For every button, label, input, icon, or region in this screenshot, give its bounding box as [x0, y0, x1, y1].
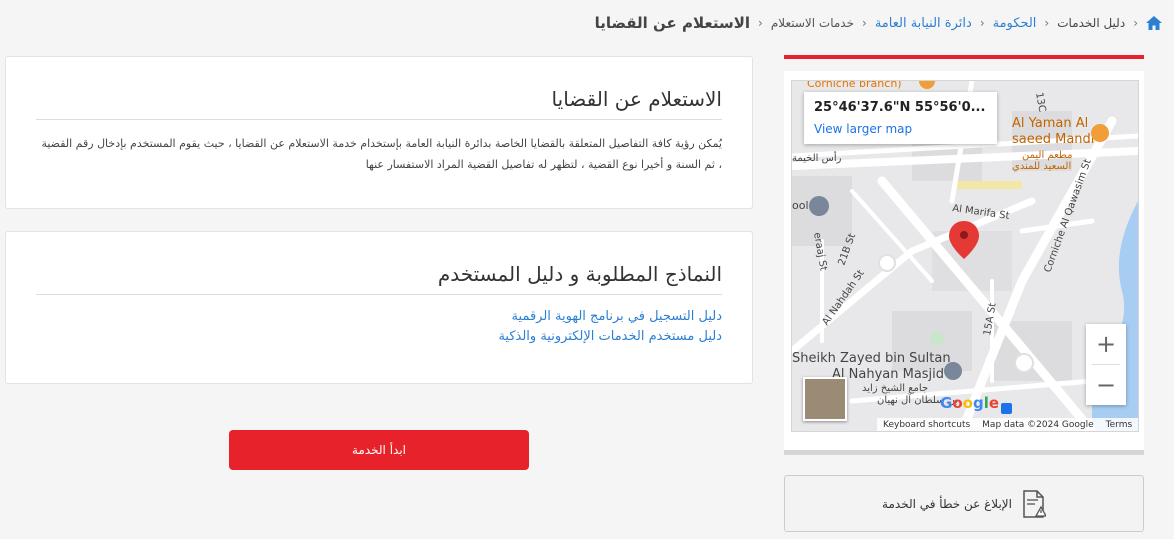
map-bottom-bar — [784, 450, 1144, 455]
digital-id-guide-link[interactable]: دليل التسجيل في برنامج الهوية الرقمية — [36, 307, 722, 327]
report-document-icon — [1023, 489, 1046, 518]
google-logo: Google — [940, 394, 1000, 412]
home-icon[interactable] — [1146, 16, 1162, 30]
forms-title: النماذج المطلوبة و دليل المستخدم — [36, 262, 722, 295]
intro-card: الاستعلام عن القضايا يُمكن رؤية كافة الت… — [5, 56, 753, 209]
map-label: Corniche branch) — [807, 81, 902, 90]
bus-stop-icon — [1001, 403, 1012, 414]
chevron-icon: ‹ — [1044, 16, 1050, 30]
breadcrumb-services-guide[interactable]: دليل الخدمات — [1057, 16, 1125, 30]
breadcrumb-current: الاستعلام عن القضايا — [594, 14, 751, 32]
map-label: رأس الخيمة — [792, 151, 842, 164]
map-label: ool — [792, 199, 809, 212]
map-coordinates: 25°46'37.6"N 55°56'0... — [814, 100, 986, 115]
breadcrumb: ‹ دليل الخدمات ‹ الحكومة ‹ دائرة النيابة… — [0, 14, 1162, 32]
chevron-icon: ‹ — [862, 16, 867, 30]
intro-title: الاستعلام عن القضايا — [36, 87, 722, 120]
report-error-button[interactable]: الإبلاغ عن خطأ في الخدمة — [784, 475, 1144, 532]
breadcrumb-inquiry-services[interactable]: خدمات الاستعلام — [771, 16, 854, 30]
intro-text: يُمكن رؤية كافة التفاصيل المتعلقة بالقضا… — [41, 137, 722, 171]
view-larger-map-link[interactable]: View larger map — [814, 122, 912, 136]
terms-link[interactable]: Terms — [1106, 420, 1133, 430]
map-info-card: 25°46'37.6"N 55°56'0... View larger map — [804, 92, 997, 144]
map-label: Sheikh Zayed bin Sultan — [792, 351, 951, 366]
map-label: مطعم اليمن — [1022, 150, 1072, 161]
map[interactable]: Corniche branch) Al Yaman Al saeed Mandi… — [791, 80, 1139, 432]
map-footer: Keyboard shortcuts Map data ©2024 Google… — [877, 418, 1138, 431]
map-container: Corniche branch) Al Yaman Al saeed Mandi… — [784, 71, 1144, 452]
breadcrumb-public-prosecution[interactable]: دائرة النيابة العامة — [875, 16, 972, 31]
zoom-controls: + − — [1086, 324, 1126, 405]
map-label: Al Nahyan Masjid — [832, 367, 944, 382]
map-label: السعيد للمندي — [1012, 161, 1071, 172]
satellite-toggle[interactable] — [803, 377, 847, 421]
zoom-out-button[interactable]: − — [1086, 365, 1126, 405]
forms-card: النماذج المطلوبة و دليل المستخدم دليل ال… — [5, 231, 753, 384]
map-label: saeed Mandi — [1012, 132, 1094, 147]
zoom-in-button[interactable]: + — [1086, 324, 1126, 364]
map-label: جامع الشيخ زايد — [862, 383, 928, 394]
report-error-label: الإبلاغ عن خطأ في الخدمة — [882, 496, 1012, 511]
chevron-icon: ‹ — [979, 16, 985, 30]
start-service-button[interactable]: ابدأ الخدمة — [229, 430, 529, 470]
accent-bar — [784, 55, 1144, 59]
chevron-icon: ‹ — [1133, 16, 1138, 30]
chevron-icon: ‹ — [758, 16, 763, 30]
forms-links: دليل التسجيل في برنامج الهوية الرقمية دل… — [36, 307, 722, 347]
map-label: Al Yaman Al — [1012, 116, 1088, 131]
breadcrumb-government[interactable]: الحكومة — [993, 16, 1037, 31]
map-data-attribution: Map data ©2024 Google — [982, 419, 1094, 430]
eservices-user-guide-link[interactable]: دليل مستخدم الخدمات الإلكترونية والذكية — [36, 327, 722, 347]
keyboard-shortcuts-link[interactable]: Keyboard shortcuts — [883, 420, 970, 430]
